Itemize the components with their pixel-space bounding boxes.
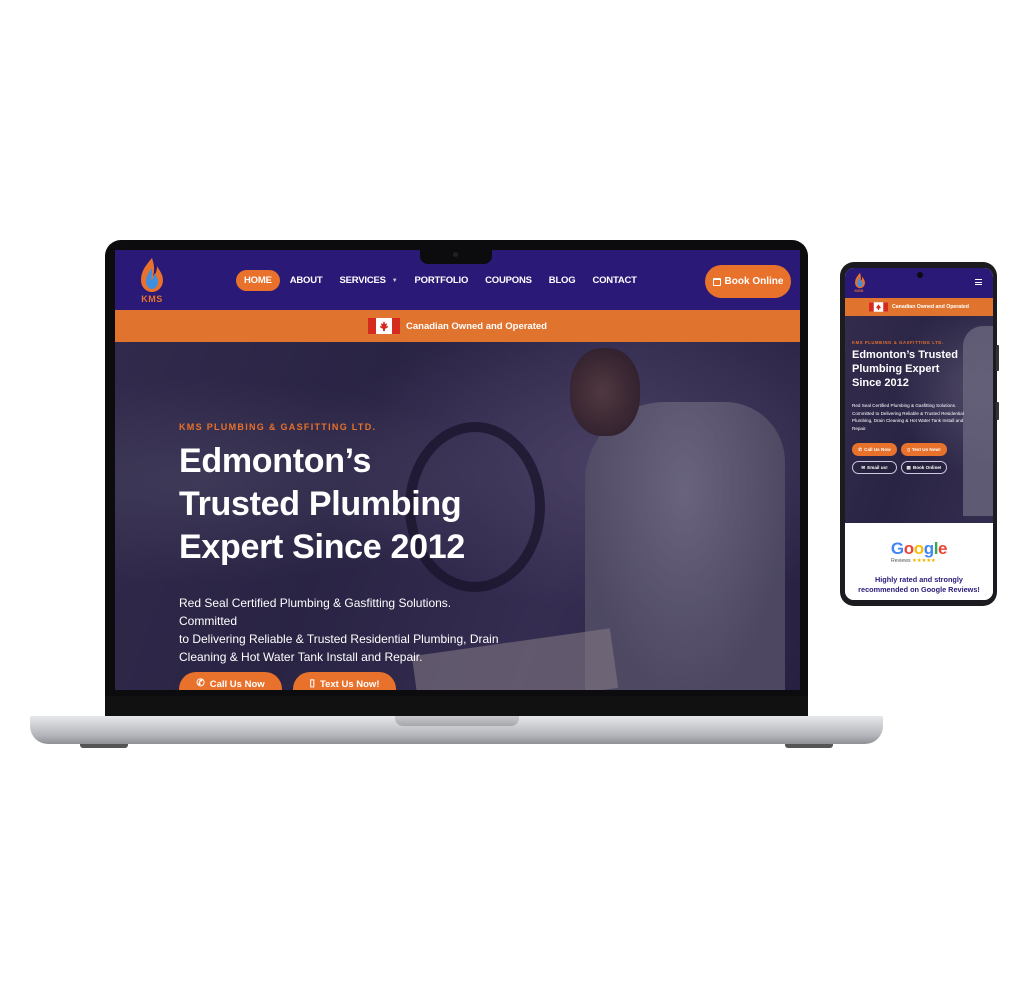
hero-desc-line: Red Seal Certified Plumbing & Gasfitting… xyxy=(179,596,452,628)
star-rating-icon: ★★★★★ xyxy=(912,557,936,564)
nav-coupons[interactable]: COUPONS xyxy=(478,270,539,291)
phone-icon: ✆ xyxy=(858,446,863,452)
mobile-icon: ▯ xyxy=(309,678,316,689)
phone-icon: ✆ xyxy=(196,678,205,689)
text-us-button[interactable]: ▯ Text Us Now! xyxy=(901,443,947,456)
flame-icon xyxy=(141,258,163,292)
mobile-hero: KMS PLUMBING & GASFITTING LTD. Edmonton’… xyxy=(845,316,993,523)
calendar-icon: ▤ xyxy=(906,464,911,470)
canada-flag-icon xyxy=(368,318,401,334)
canadian-banner: Canadian Owned and Operated xyxy=(115,310,800,342)
nav-services[interactable]: SERVICES ▼ xyxy=(332,270,404,291)
reviews-text-line: recommended on Google Reviews! xyxy=(858,585,980,594)
banner-text: Canadian Owned and Operated xyxy=(406,320,547,332)
mail-icon: ✉ xyxy=(861,464,866,470)
reviews-text-line: Highly rated and strongly xyxy=(875,575,963,584)
hero-desc-line: Committed to Delivering Reliable & Trust… xyxy=(852,410,964,416)
hero-title-line: Edmonton’s Trusted xyxy=(852,349,958,361)
laptop-chin xyxy=(105,696,808,716)
nav-contact[interactable]: CONTACT xyxy=(585,270,643,291)
hero-desc-line: Cleaning & Hot Water Tank Install and Re… xyxy=(179,650,423,664)
logo-text: KMS xyxy=(854,288,864,293)
hero-description: Red Seal Certified Plumbing & Gasfitting… xyxy=(179,594,509,666)
nav-blog[interactable]: BLOG xyxy=(542,270,583,291)
google-logo: Google xyxy=(890,539,948,558)
book-online-button[interactable]: Book Online xyxy=(705,265,791,298)
hero-desc-line: to Delivering Reliable & Trusted Residen… xyxy=(179,632,499,646)
hero-desc-line: Red Seal Certified Plumbing & Gasfitting… xyxy=(852,403,957,408)
nav-home[interactable]: HOME xyxy=(236,270,280,291)
book-online-label: Book Online xyxy=(724,276,784,287)
hero-title: Edmonton’s Trusted Plumbing Expert Since… xyxy=(852,348,972,390)
kms-logo[interactable]: KMS xyxy=(135,256,169,306)
main-menu: HOME ABOUT SERVICES ▼ PORTFOLIO COUPONS B… xyxy=(236,270,647,291)
hero-desc-line: Plumbing, Drain Cleaning & Hot Water Tan… xyxy=(852,418,964,423)
logo-text: KMS xyxy=(141,294,163,304)
camera-icon xyxy=(917,272,923,278)
nav-portfolio[interactable]: PORTFOLIO xyxy=(408,270,476,291)
reviews-label: Reviews xyxy=(891,558,911,564)
reviews-text: Highly rated and strongly recommended on… xyxy=(849,575,989,595)
phone-side-button xyxy=(996,345,999,371)
camera-icon xyxy=(453,252,458,257)
mobile-icon: ▯ xyxy=(907,446,910,452)
text-us-label: Text Us Now! xyxy=(320,679,380,690)
hero-title-line: Edmonton’s xyxy=(179,442,372,480)
hero-title-line: Expert Since 2012 xyxy=(179,528,465,566)
hero-eyebrow: KMS PLUMBING & GASFITTING LTD. xyxy=(179,422,377,432)
hero-description: Red Seal Certified Plumbing & Gasfitting… xyxy=(852,402,977,432)
text-us-label: Text Us Now! xyxy=(911,447,941,452)
call-us-label: Call Us Now xyxy=(209,679,265,690)
book-online-label: Book Online! xyxy=(912,465,942,470)
google-reviews-section: Google Reviews ★★★★★ Highly rated and st… xyxy=(845,523,993,600)
hamburger-menu-icon[interactable] xyxy=(975,279,982,285)
nav-services-label: SERVICES xyxy=(339,275,386,286)
canada-flag-icon xyxy=(869,302,889,312)
hero-section: KMS PLUMBING & GASFITTING LTD. Edmonton’… xyxy=(115,342,800,690)
call-us-label: Call Us Now xyxy=(864,447,891,452)
call-us-button[interactable]: ✆ Call Us Now xyxy=(179,672,282,690)
text-us-button[interactable]: ▯ Text Us Now! xyxy=(293,672,396,690)
email-us-label: Email us! xyxy=(867,465,888,470)
hero-eyebrow: KMS PLUMBING & GASFITTING LTD. xyxy=(852,340,944,345)
calendar-icon xyxy=(712,277,721,286)
call-us-button[interactable]: ✆ Call Us Now xyxy=(852,443,897,456)
email-us-button[interactable]: ✉ Email us! xyxy=(852,461,897,474)
hero-desc-line: Repair. xyxy=(852,425,867,431)
hero-title-line: Trusted Plumbing xyxy=(179,485,462,523)
laptop-foot xyxy=(785,744,833,748)
hero-title-line: Since 2012 xyxy=(852,377,909,389)
phone-screen: KMS Canadian Owned and Operated KMS PLUM… xyxy=(845,268,993,600)
laptop-screen: KMS HOME ABOUT SERVICES ▼ PORTFOLIO COUPO… xyxy=(115,250,800,690)
chevron-down-icon: ▼ xyxy=(391,278,398,284)
laptop-notch xyxy=(420,246,492,264)
hero-title: Edmonton’s Trusted Plumbing Expert Since… xyxy=(179,440,519,569)
laptop-foot xyxy=(80,744,128,748)
canadian-banner: Canadian Owned and Operated xyxy=(845,298,993,316)
phone-side-button xyxy=(996,402,999,420)
nav-about[interactable]: ABOUT xyxy=(283,270,330,291)
banner-text: Canadian Owned and Operated xyxy=(892,304,969,310)
hero-title-line: Plumbing Expert xyxy=(852,363,940,375)
laptop-groove xyxy=(395,716,519,726)
book-online-button[interactable]: ▤ Book Online! xyxy=(901,461,947,474)
